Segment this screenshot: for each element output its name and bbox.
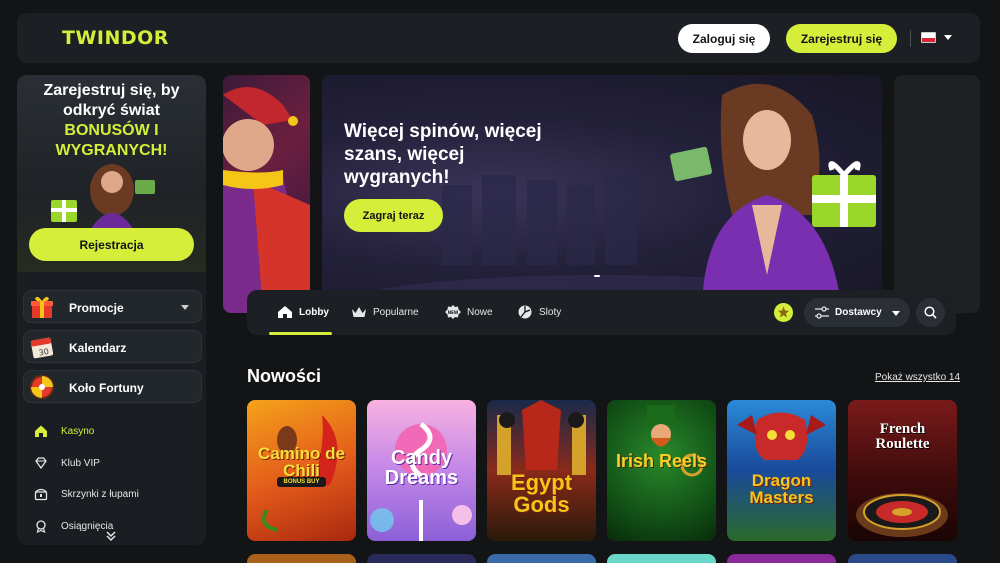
logo[interactable]: TWINDOR bbox=[62, 27, 169, 49]
chevron-down-icon bbox=[892, 311, 900, 316]
hero-banner: Więcej spinów, więcej szans, więcej wygr… bbox=[322, 75, 882, 313]
calendar-icon: 30 bbox=[30, 337, 54, 359]
game-title: Candy Dreams bbox=[384, 447, 459, 489]
game-tile-row2[interactable] bbox=[367, 554, 476, 563]
game-title: Egypt Gods bbox=[510, 470, 573, 517]
top-header: TWINDOR Zaloguj się Zarejestruj się bbox=[17, 13, 980, 63]
sidebar-item-label: Koło Fortuny bbox=[69, 381, 144, 395]
banner-next-slide[interactable] bbox=[894, 75, 980, 313]
promo-highlight: BONUSÓW I WYGRANYCH! bbox=[55, 122, 168, 159]
sidebar-item-kalendarz[interactable]: 30 Kalendarz bbox=[23, 330, 202, 363]
slot-icon bbox=[518, 305, 532, 319]
play-now-button[interactable]: Zagraj teraz bbox=[344, 199, 443, 232]
search-icon bbox=[924, 306, 937, 319]
sidebar-link-label: Kasyno bbox=[61, 426, 95, 437]
game-tile-row2[interactable] bbox=[487, 554, 596, 563]
game-tile-row2[interactable] bbox=[247, 554, 356, 563]
tab-popularne[interactable]: Popularne bbox=[351, 290, 426, 335]
svg-text:NEW: NEW bbox=[448, 310, 459, 315]
register-button[interactable]: Zarejestruj się bbox=[786, 24, 897, 53]
promo-woman-illustration bbox=[51, 164, 155, 230]
category-tabs-bar: Lobby Popularne NEW Nowe Sloty Dostawcy bbox=[247, 290, 956, 335]
favorites-star-icon[interactable] bbox=[774, 303, 793, 322]
game-tile-egypt-gods[interactable]: Egypt Gods bbox=[487, 400, 596, 541]
sidebar-link-label: Klub VIP bbox=[61, 458, 100, 469]
game-tile-french-roulette[interactable]: French Roulette bbox=[848, 400, 957, 541]
new-icon: NEW bbox=[445, 305, 461, 319]
home-icon bbox=[35, 425, 47, 437]
game-title: French Roulette bbox=[875, 421, 930, 452]
tab-nowe[interactable]: NEW Nowe bbox=[445, 290, 495, 335]
tab-label: Nowe bbox=[467, 307, 493, 318]
woman-with-money-illustration bbox=[670, 83, 876, 313]
game-tile-candy-dreams[interactable]: Candy Dreams bbox=[367, 400, 476, 541]
sidebar-item-label: Promocje bbox=[69, 301, 124, 315]
providers-label: Dostawcy bbox=[835, 307, 882, 318]
show-all-link[interactable]: Pokaż wszystko 14 bbox=[875, 372, 960, 383]
home-icon bbox=[278, 306, 292, 318]
poland-flag-icon bbox=[921, 32, 936, 43]
gift-icon bbox=[31, 296, 53, 318]
sidebar-promo-card: Zarejestruj się, by odkryć świat BONUSÓW… bbox=[17, 75, 206, 272]
game-title: Camino de Chili bbox=[258, 444, 345, 480]
crown-icon bbox=[352, 307, 366, 317]
sidebar-link-label: Skrzynki z łupami bbox=[61, 489, 139, 500]
game-title: Dragon Masters bbox=[749, 471, 814, 507]
game-tile-row2[interactable] bbox=[727, 554, 836, 563]
game-tile-irish-reels[interactable]: Irish Reels bbox=[607, 400, 716, 541]
sidebar-item-label: Kalendarz bbox=[69, 341, 127, 355]
tab-sloty[interactable]: Sloty bbox=[517, 290, 567, 335]
banner-title: Więcej spinów, więcej szans, więcej wygr… bbox=[344, 121, 542, 188]
banner-prev-slide[interactable] bbox=[223, 75, 310, 313]
svg-text:30: 30 bbox=[38, 347, 50, 358]
game-tile-dragon-masters[interactable]: Dragon Masters bbox=[727, 400, 836, 541]
login-button[interactable]: Zaloguj się bbox=[678, 24, 770, 53]
game-tile-row2[interactable] bbox=[848, 554, 957, 563]
sidebar-register-button[interactable]: Rejestracja bbox=[29, 228, 194, 261]
tab-label: Sloty bbox=[539, 307, 562, 318]
sidebar-item-promocje[interactable]: Promocje bbox=[23, 290, 202, 323]
sidebar-item-kolo-fortuny[interactable]: Koło Fortuny bbox=[23, 370, 202, 403]
achievement-icon bbox=[36, 520, 46, 533]
expand-more-icon[interactable] bbox=[105, 530, 117, 542]
game-tile-row2[interactable] bbox=[607, 554, 716, 563]
game-tile-camino-de-chili[interactable]: Camino de Chili BONUS BUY bbox=[247, 400, 356, 541]
filter-icon bbox=[815, 306, 829, 319]
search-button[interactable] bbox=[916, 298, 945, 327]
chevron-down-icon bbox=[181, 305, 189, 310]
wheel-icon bbox=[30, 375, 54, 399]
jester-illustration bbox=[223, 87, 310, 313]
providers-dropdown[interactable]: Dostawcy bbox=[804, 298, 910, 327]
slide-indicator[interactable] bbox=[594, 275, 600, 277]
language-selector[interactable] bbox=[921, 32, 955, 46]
game-title: Irish Reels bbox=[615, 451, 708, 471]
section-title: Nowości bbox=[247, 366, 322, 386]
sidebar: Zarejestruj się, by odkryć świat BONUSÓW… bbox=[17, 75, 206, 545]
active-tab-indicator bbox=[269, 332, 332, 335]
bonus-buy-badge: BONUS BUY bbox=[277, 477, 326, 487]
header-divider bbox=[910, 30, 911, 47]
tab-label: Popularne bbox=[373, 307, 419, 318]
diamond-icon bbox=[35, 457, 47, 470]
promo-title: Zarejestruj się, by odkryć świat bbox=[43, 82, 180, 119]
tab-lobby[interactable]: Lobby bbox=[277, 290, 337, 335]
chevron-down-icon bbox=[944, 35, 952, 40]
tab-label: Lobby bbox=[299, 307, 329, 318]
chest-icon bbox=[34, 488, 48, 501]
